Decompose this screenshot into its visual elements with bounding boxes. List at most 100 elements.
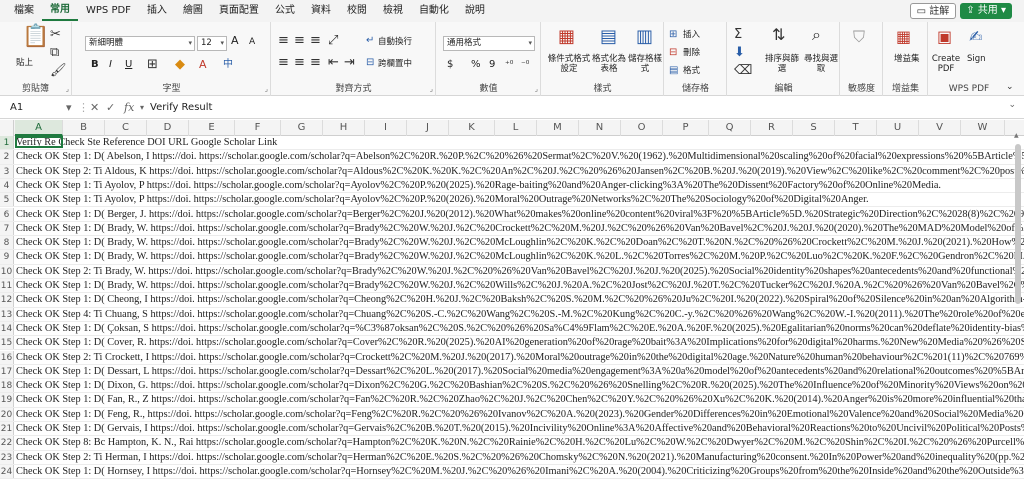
comment-button[interactable]: ▭ 註解 bbox=[909, 3, 957, 19]
percent-button[interactable]: % bbox=[471, 60, 481, 70]
row-header[interactable]: 24 bbox=[0, 464, 14, 479]
column-header-w[interactable]: W bbox=[961, 120, 1005, 136]
row-cells[interactable]: Check OK Step 1: D( Brady, W. https://do… bbox=[16, 236, 1024, 250]
row-cells[interactable]: Check OK Step 1: D( Abelson, I https://d… bbox=[16, 150, 1024, 164]
number-launcher-icon[interactable]: ⌟ bbox=[535, 85, 538, 93]
row-cells[interactable]: Check OK Step 1: D( Feng, R., https://do… bbox=[16, 408, 1024, 422]
orientation-icon[interactable]: ⤢ bbox=[328, 34, 338, 48]
fill-icon[interactable]: ⬇ bbox=[734, 46, 745, 60]
sign-button[interactable]: Sign bbox=[967, 54, 986, 64]
cell-styles-icon[interactable]: ▥ bbox=[636, 28, 653, 46]
row-header[interactable]: 18 bbox=[0, 379, 14, 393]
column-header-t[interactable]: T bbox=[835, 120, 877, 136]
column-header-r[interactable]: R bbox=[751, 120, 793, 136]
format-cells-button[interactable]: 格式 bbox=[683, 66, 700, 76]
column-header-d[interactable]: D bbox=[147, 120, 189, 136]
row-cells[interactable]: Check OK Step 1: D( Hornsey, I https://d… bbox=[16, 465, 1024, 479]
row-header[interactable]: 12 bbox=[0, 293, 14, 307]
cell-styles-button[interactable]: 儲存格樣式 bbox=[628, 54, 662, 74]
delete-cells-button[interactable]: 刪除 bbox=[683, 48, 700, 58]
delete-cells-icon[interactable]: ⊟ bbox=[669, 46, 677, 60]
row-header[interactable]: 8 bbox=[0, 236, 14, 250]
menu-item[interactable]: 公式 bbox=[267, 0, 303, 22]
row-header[interactable]: 1 bbox=[0, 136, 14, 150]
expand-formula-icon[interactable]: ⌄ bbox=[1008, 100, 1016, 110]
row-cells[interactable]: Check OK Step 2: Ti Herman, I https://do… bbox=[16, 451, 1024, 465]
format-as-table-button[interactable]: 格式化為表格 bbox=[592, 54, 626, 74]
addins-icon[interactable]: ▦ bbox=[896, 29, 911, 45]
insert-function-icon[interactable]: fx bbox=[124, 100, 134, 116]
row-header[interactable]: 22 bbox=[0, 436, 14, 450]
font-color-icon[interactable]: A bbox=[199, 58, 207, 72]
column-header-v[interactable]: V bbox=[919, 120, 961, 136]
align-center-icon[interactable]: ≡ bbox=[294, 56, 305, 70]
border-icon[interactable]: ⊞ bbox=[147, 58, 158, 72]
decrease-decimal-icon[interactable]: ⁻⁰ bbox=[521, 58, 529, 72]
sort-filter-button[interactable]: 排序與篩選 bbox=[764, 54, 800, 74]
insert-cells-button[interactable]: 插入 bbox=[683, 30, 700, 40]
menu-item[interactable]: 插入 bbox=[139, 0, 175, 22]
row-cells[interactable]: Check OK Step 2: Ti Aldous, K https://do… bbox=[16, 165, 1024, 179]
format-cells-icon[interactable]: ▤ bbox=[669, 64, 678, 78]
cancel-icon[interactable]: ✕ bbox=[90, 100, 99, 116]
row-header[interactable]: 20 bbox=[0, 407, 14, 421]
font-size-select[interactable]: 12 ▾ bbox=[197, 36, 227, 51]
row-cells[interactable]: Check OK Step 1: D( Brady, W. https://do… bbox=[16, 279, 1024, 293]
autosum-icon[interactable]: Σ bbox=[734, 28, 742, 42]
share-button[interactable]: ⇪ 共用 ▾ bbox=[960, 3, 1012, 19]
sign-icon[interactable]: ✍ bbox=[969, 29, 982, 45]
column-header-h[interactable]: H bbox=[323, 120, 365, 136]
insert-cells-icon[interactable]: ⊞ bbox=[669, 28, 677, 42]
clear-icon[interactable]: ⌫ bbox=[734, 64, 752, 78]
wrap-text-button[interactable]: 自動換行 bbox=[378, 37, 412, 47]
row-cells[interactable]: Verify Re Check Ste Reference DOI URL Go… bbox=[16, 136, 277, 150]
menu-item[interactable]: 頁面配置 bbox=[211, 0, 267, 22]
formula-input[interactable]: Verify Result bbox=[150, 100, 212, 116]
column-header-i[interactable]: I bbox=[365, 120, 407, 136]
column-header-l[interactable]: L bbox=[495, 120, 537, 136]
row-cells[interactable]: Check OK Step 1: D( Cheong, I https://do… bbox=[16, 293, 1024, 307]
addins-button[interactable]: 增益集 bbox=[894, 54, 920, 64]
row-header[interactable]: 13 bbox=[0, 307, 14, 321]
row-header[interactable]: 11 bbox=[0, 279, 14, 293]
find-select-icon[interactable]: ⌕ bbox=[812, 27, 821, 43]
align-right-icon[interactable]: ≡ bbox=[310, 56, 321, 70]
menu-item[interactable]: 資料 bbox=[303, 0, 339, 22]
row-cells[interactable]: Check OK Step 1: D( Berger, J. https://d… bbox=[16, 208, 1024, 222]
conditional-format-icon[interactable]: ▦ bbox=[558, 28, 575, 46]
row-cells[interactable]: Check OK Step 1: D( Brady, W. https://do… bbox=[16, 222, 1024, 236]
row-header[interactable]: 4 bbox=[0, 178, 14, 193]
row-header[interactable]: 17 bbox=[0, 364, 14, 379]
worksheet-grid[interactable]: ABCDEFGHIJKLMNOPQRSTUVW 1 Verify Re Check… bbox=[0, 120, 1024, 488]
conditional-format-button[interactable]: 條件式格式設定 bbox=[546, 54, 592, 74]
menu-item[interactable]: 檔案 bbox=[6, 0, 42, 22]
row-cells[interactable]: Check OK Step 1: D( Çoksan, S https://do… bbox=[16, 322, 1024, 336]
paste-icon[interactable]: 📋 bbox=[22, 26, 49, 48]
copy-icon[interactable]: ⧉ bbox=[50, 46, 59, 60]
column-header-g[interactable]: G bbox=[281, 120, 323, 136]
font-name-select[interactable]: 新細明體 ▾ bbox=[85, 36, 195, 51]
merge-icon[interactable]: ⊟ bbox=[366, 56, 374, 70]
paste-button[interactable]: 貼上 bbox=[16, 58, 33, 68]
row-cells[interactable]: Check OK Step 1: D( Fan, R., Z https://d… bbox=[16, 393, 1024, 407]
create-pdf-button[interactable]: Create PDF bbox=[931, 54, 961, 74]
column-header-b[interactable]: B bbox=[63, 120, 105, 136]
align-left-icon[interactable]: ≡ bbox=[278, 56, 289, 70]
row-header[interactable]: 7 bbox=[0, 221, 14, 236]
row-cells[interactable]: Check OK Step 1: D( Cover, R. https://do… bbox=[16, 336, 1024, 350]
row-cells[interactable]: Check OK Step 2: Ti Brady, W. https://do… bbox=[16, 265, 1024, 279]
row-cells[interactable]: Check OK Step 1: D( Dessart, L https://d… bbox=[16, 365, 1024, 379]
row-header[interactable]: 2 bbox=[0, 150, 14, 164]
column-header-n[interactable]: N bbox=[579, 120, 621, 136]
sort-filter-icon[interactable]: ⇅ bbox=[772, 27, 785, 43]
column-header-k[interactable]: K bbox=[449, 120, 495, 136]
font-shrink-button[interactable]: A bbox=[249, 37, 255, 47]
align-bottom-icon[interactable]: ≡ bbox=[310, 34, 321, 48]
column-header-j[interactable]: J bbox=[407, 120, 449, 136]
column-header-q[interactable]: Q bbox=[709, 120, 751, 136]
row-header[interactable]: 9 bbox=[0, 250, 14, 264]
vertical-scrollbar[interactable]: ▲ bbox=[1014, 132, 1022, 478]
confirm-icon[interactable]: ✓ bbox=[106, 100, 115, 116]
wrap-text-icon[interactable]: ↵ bbox=[366, 34, 374, 48]
menu-item[interactable]: 繪圖 bbox=[175, 0, 211, 22]
